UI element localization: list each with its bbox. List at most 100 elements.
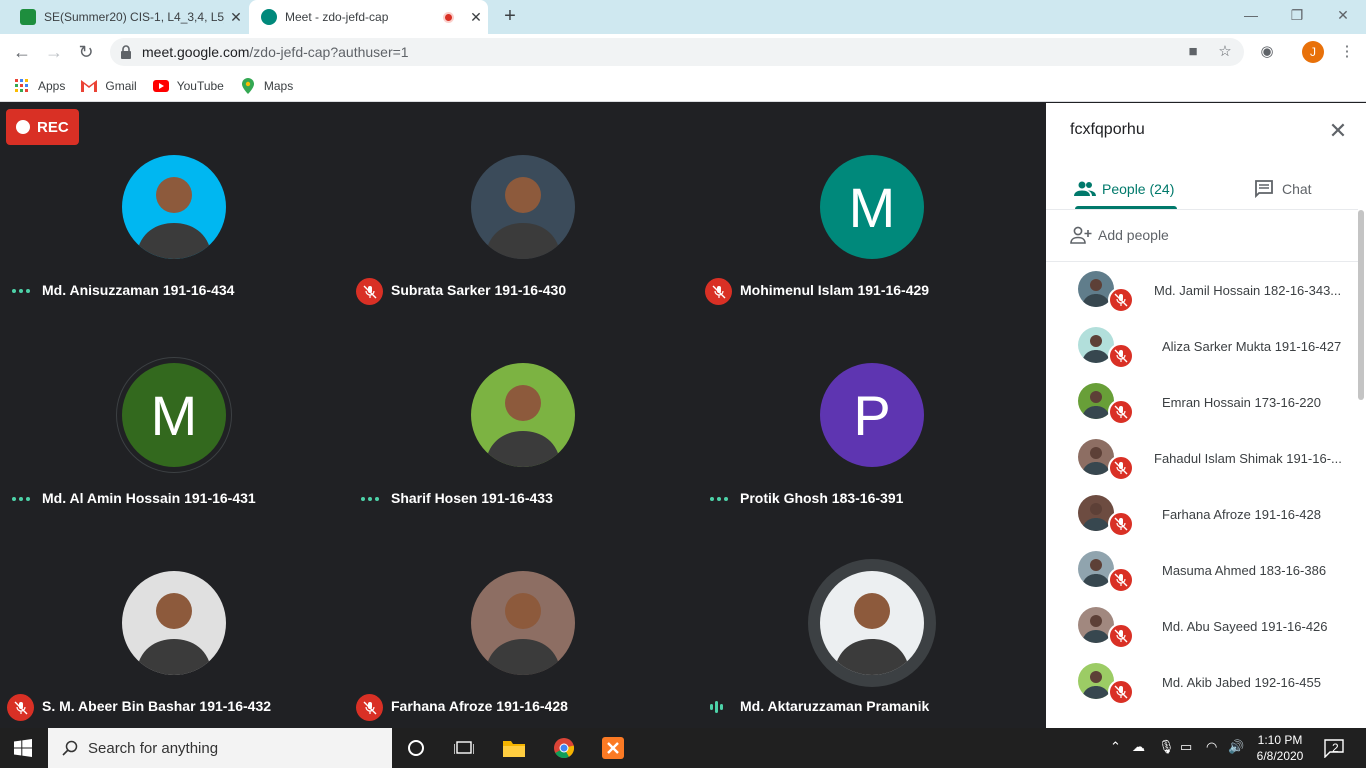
mic-off-icon	[1108, 455, 1134, 481]
participant-avatar	[471, 363, 575, 467]
participant-list-item[interactable]: Md. Jamil Hossain 182-16-343...	[1046, 263, 1358, 319]
gmail-icon	[81, 78, 98, 94]
minimize-icon[interactable]: —	[1228, 0, 1274, 30]
more-menu-icon[interactable]: ⋮	[1338, 43, 1356, 61]
audio-idle-indicator	[12, 289, 30, 293]
tab-title: SE(Summer20) CIS-1, L4_3,4, L5_4	[44, 10, 224, 24]
close-panel-icon[interactable]: ✕	[1326, 119, 1350, 143]
new-tab-button[interactable]: +	[498, 4, 522, 28]
meet-video-grid: REC Md. Anisuzzaman 191-16-434 Subrata Sa…	[0, 103, 1046, 728]
mic-off-icon	[1108, 511, 1134, 537]
participant-tile[interactable]: Sharif Hosen 191-16-433	[349, 311, 698, 519]
tab-people[interactable]: People (24)	[1074, 167, 1174, 211]
participant-list-item[interactable]: Aliza Sarker Mukta 191-16-427	[1046, 319, 1358, 375]
participant-list-item[interactable]: Fahadul Islam Shimak 191-16-...	[1046, 431, 1358, 487]
close-window-icon[interactable]: ✕	[1320, 0, 1366, 30]
extension-icon[interactable]: ◉	[1258, 43, 1276, 61]
address-bar[interactable]: meet.google.com/zdo-jefd-cap?authuser=1 …	[110, 38, 1244, 66]
wifi-icon[interactable]: ◠	[1206, 739, 1217, 755]
profile-avatar[interactable]: J	[1302, 41, 1324, 63]
participant-list-scrollbar[interactable]	[1358, 210, 1364, 400]
participant-list-item[interactable]: Farhana Afroze 191-16-428	[1046, 487, 1358, 543]
participant-name: Md. Al Amin Hossain 191-16-431	[42, 490, 256, 506]
participant-name: Md. Aktaruzzaman Pramanik	[740, 698, 930, 714]
chrome-icon[interactable]	[552, 736, 576, 760]
mic-off-icon	[356, 278, 383, 305]
clock-date: 6/8/2020	[1256, 749, 1304, 763]
tab-chat-label: Chat	[1282, 181, 1312, 197]
participant-name: Farhana Afroze 191-16-428	[391, 698, 568, 714]
clock[interactable]: 1:10 PM 6/8/2020	[1254, 732, 1306, 764]
mic-off-icon	[1108, 399, 1134, 425]
lock-icon	[121, 45, 131, 59]
participant-avatar	[122, 571, 226, 675]
participant-name: Subrata Sarker 191-16-430	[391, 282, 567, 298]
back-icon[interactable]: ←	[10, 40, 34, 64]
bookmark-youtube[interactable]: YouTube	[152, 78, 224, 94]
participant-tile[interactable]: M Mohimenul Islam 191-16-429	[698, 103, 1047, 311]
audio-idle-indicator	[710, 497, 728, 501]
speaking-indicator	[710, 701, 723, 713]
participant-tile[interactable]: M Md. Al Amin Hossain 191-16-431	[0, 311, 349, 519]
participant-list-item[interactable]: Md. Abu Sayeed 191-16-426	[1046, 599, 1358, 655]
bookmark-apps[interactable]: Apps	[14, 78, 65, 94]
task-view-icon[interactable]	[452, 736, 476, 760]
side-panel: fcxfqporhu ✕ People (24) Chat Add people…	[1046, 103, 1366, 728]
windows-start-icon[interactable]	[14, 739, 32, 757]
taskbar-search-box[interactable]: Search for anything	[48, 728, 392, 768]
tab-chat[interactable]: Chat	[1254, 167, 1312, 211]
battery-icon[interactable]: ▭	[1180, 739, 1192, 755]
windows-taskbar: Search for anything ⌃ ☁ 🎙 ▭ ◠ 🔊 1:10 PM …	[0, 728, 1366, 768]
show-hidden-icons[interactable]: ⌃	[1110, 739, 1121, 755]
notification-center-button[interactable]: 2	[1324, 738, 1346, 759]
participant-list-name: Aliza Sarker Mukta 191-16-427	[1162, 339, 1342, 354]
file-explorer-icon[interactable]	[502, 736, 526, 760]
add-people-button[interactable]: Add people	[1070, 221, 1169, 249]
reload-icon[interactable]: ↻	[74, 40, 98, 64]
participant-list-item[interactable]: Emran Hossain 173-16-220	[1046, 375, 1358, 431]
cortana-icon[interactable]	[404, 736, 428, 760]
close-tab-icon[interactable]: ✕	[464, 9, 488, 26]
bookmark-label: YouTube	[176, 78, 224, 93]
bookmark-maps[interactable]: Maps	[240, 77, 293, 94]
microphone-icon[interactable]: 🎙	[1158, 739, 1175, 755]
add-people-label: Add people	[1098, 227, 1169, 243]
volume-icon[interactable]: 🔊	[1228, 739, 1244, 755]
mic-off-icon	[1108, 287, 1134, 313]
xampp-icon[interactable]	[601, 736, 625, 760]
bookmark-gmail[interactable]: Gmail	[81, 78, 137, 94]
participant-tile[interactable]: Md. Aktaruzzaman Pramanik	[698, 519, 1047, 727]
onedrive-icon[interactable]: ☁	[1132, 739, 1145, 755]
classroom-icon	[20, 9, 36, 25]
search-icon	[62, 740, 78, 756]
participant-name: Md. Anisuzzaman 191-16-434	[42, 282, 235, 298]
participant-tile[interactable]: Subrata Sarker 191-16-430	[349, 103, 698, 311]
tab-classroom[interactable]: SE(Summer20) CIS-1, L4_3,4, L5_4 ✕	[8, 0, 248, 34]
participant-avatar	[471, 571, 575, 675]
meeting-details-title: fcxfqporhu	[1070, 121, 1145, 138]
bookmark-star-icon[interactable]: ☆	[1216, 43, 1234, 61]
participant-tile[interactable]: S. M. Abeer Bin Bashar 191-16-432	[0, 519, 349, 727]
audio-idle-indicator	[361, 497, 379, 501]
participant-list-item[interactable]: Md. Akib Jabed 192-16-455	[1046, 655, 1358, 711]
participant-avatar: M	[122, 363, 226, 467]
mic-off-icon	[705, 278, 732, 305]
recording-indicator-icon	[443, 11, 454, 23]
participant-tile[interactable]: P Protik Ghosh 183-16-391	[698, 311, 1047, 519]
participant-list-name: Masuma Ahmed 183-16-386	[1162, 563, 1327, 578]
close-tab-icon[interactable]: ✕	[224, 9, 248, 26]
tab-title: Meet - zdo-jefd-cap	[285, 10, 389, 24]
participant-name: S. M. Abeer Bin Bashar 191-16-432	[42, 698, 272, 714]
people-icon	[1074, 181, 1096, 196]
forward-icon[interactable]: →	[42, 40, 66, 64]
participant-list: Md. Jamil Hossain 182-16-343... Aliza Sar…	[1046, 263, 1358, 728]
participant-name: Sharif Hosen 191-16-433	[391, 490, 553, 506]
bookmarks-bar: Apps Gmail YouTube Maps	[0, 70, 1366, 102]
camera-blocked-icon[interactable]: ■	[1184, 43, 1202, 61]
apps-grid-icon	[14, 78, 30, 94]
participant-tile[interactable]: Farhana Afroze 191-16-428	[349, 519, 698, 727]
participant-list-item[interactable]: Masuma Ahmed 183-16-386	[1046, 543, 1358, 599]
tab-meet[interactable]: Meet - zdo-jefd-cap ✕	[249, 0, 488, 34]
participant-tile[interactable]: Md. Anisuzzaman 191-16-434	[0, 103, 349, 311]
restore-icon[interactable]: ❐	[1274, 0, 1320, 30]
